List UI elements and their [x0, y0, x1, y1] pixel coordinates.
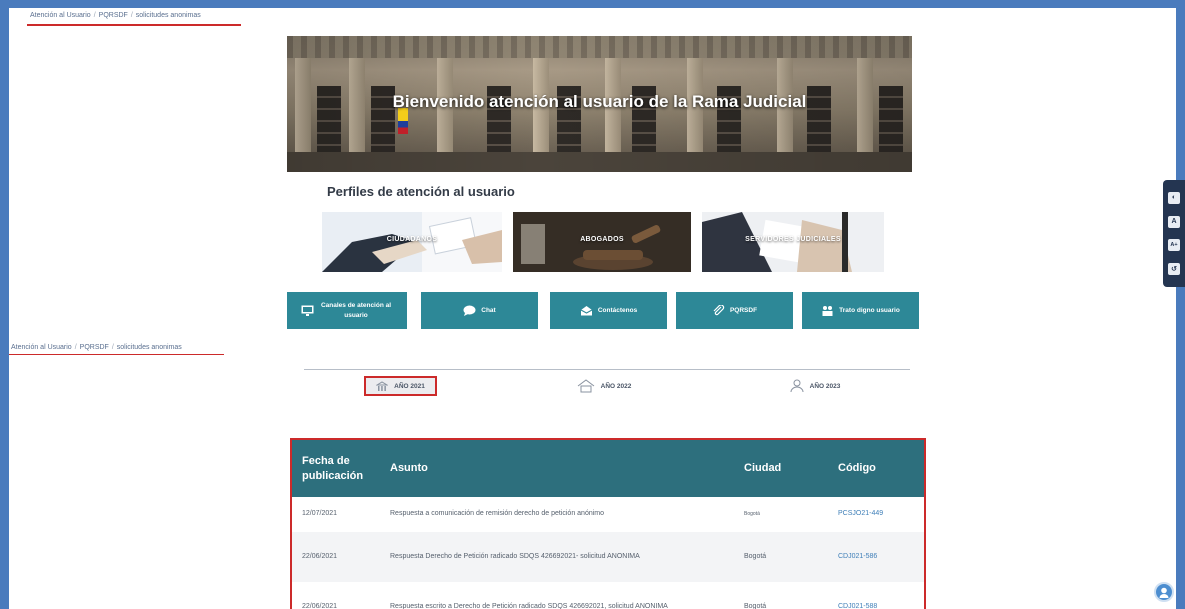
cell-asunto: Respuesta escrito a Derecho de Petición …: [390, 602, 668, 609]
cell-asunto: Respuesta a comunicación de remisión der…: [390, 510, 605, 518]
breadcrumb-top: Atención al Usuario / PQRSDF / solicitudes a…: [30, 12, 201, 19]
tab-year-2023[interactable]: AÑO 2023: [775, 376, 855, 396]
profile-card-ciudadanos[interactable]: CIUDADANOS: [322, 212, 502, 272]
cell-fecha: 22/06/2021: [302, 602, 338, 609]
column-header-fecha: Fecha de publicación: [292, 440, 380, 497]
people-icon: [822, 306, 833, 316]
pqrsdf-label: PQRSDF: [729, 306, 758, 314]
cell-codigo-link[interactable]: CDJ021-586: [828, 532, 924, 582]
canales-atencion-label: Canales de atención al usuario: [320, 302, 392, 319]
accessibility-toolbar: ◐ A A+ ↺: [1163, 180, 1185, 287]
cell-fecha: 12/07/2021: [302, 510, 338, 518]
breadcrumb-highlight-underline: [9, 354, 224, 355]
cell-codigo-link[interactable]: CDJ021-588: [828, 582, 924, 609]
tab-year-2023-label: AÑO 2023: [809, 382, 841, 390]
breadcrumb-item-pqrsdf[interactable]: PQRSDF: [80, 344, 109, 351]
table-header-row: Fecha de publicación Asunto Ciudad Códig…: [292, 440, 924, 497]
breadcrumb-item-home[interactable]: Atención al Usuario: [30, 12, 91, 19]
profiles-section-title: Perfiles de atención al usuario: [327, 184, 515, 199]
chat-button[interactable]: Chat: [421, 292, 538, 329]
building-icon: [376, 380, 389, 391]
chat-icon: [463, 305, 476, 316]
trato-digno-label: Trato digno usuario: [839, 306, 900, 314]
breadcrumb-separator: /: [74, 344, 77, 351]
contactenos-label: Contáctenos: [597, 306, 638, 314]
hero-title: Bienvenido atención al usuario de la Ram…: [392, 92, 807, 111]
solicitudes-table: Fecha de publicación Asunto Ciudad Códig…: [292, 440, 924, 609]
chat-label: Chat: [481, 306, 496, 314]
table-row: 22/06/2021 Respuesta Derecho de Petición…: [292, 532, 924, 582]
tab-year-2022-label: AÑO 2022: [600, 382, 632, 390]
profile-label-ciudadanos: CIUDADANOS: [386, 236, 438, 243]
breadcrumb-secondary: Atención al Usuario / PQRSDF / solicitudes a…: [11, 344, 182, 351]
breadcrumb-item-home[interactable]: Atención al Usuario: [11, 344, 72, 351]
profile-card-servidores-judiciales[interactable]: SERVIDORES JUDICIALES: [702, 212, 884, 272]
breadcrumb-separator: /: [130, 12, 133, 19]
profile-label-abogados: ABOGADOS: [580, 236, 624, 243]
table-row: 12/07/2021 Respuesta a comunicación de r…: [292, 497, 924, 532]
top-frame-strip: [0, 0, 1185, 8]
cell-ciudad: Bogotá: [744, 510, 760, 517]
cell-codigo-link[interactable]: PCSJO21-449: [828, 497, 924, 532]
column-header-asunto: Asunto: [380, 440, 734, 497]
cell-fecha: 22/06/2021: [292, 532, 380, 582]
cell-asunto: Respuesta Derecho de Petición radicado S…: [380, 532, 734, 582]
canales-atencion-button[interactable]: Canales de atención al usuario: [287, 292, 407, 329]
table-row: 22/06/2021 Respuesta escrito a Derecho d…: [292, 582, 924, 609]
contactenos-button[interactable]: Contáctenos: [550, 292, 667, 329]
breadcrumb-item-current[interactable]: solicitudes anonimas: [136, 12, 201, 19]
attachment-icon: [713, 305, 725, 316]
column-header-ciudad: Ciudad: [734, 440, 828, 497]
font-increase-icon[interactable]: A+: [1168, 239, 1180, 252]
breadcrumb-item-current[interactable]: solicitudes anonimas: [117, 344, 182, 351]
tab-year-2021-label: AÑO 2021: [394, 382, 425, 390]
monitor-icon: [301, 305, 313, 316]
house-icon: [577, 379, 594, 393]
font-decrease-icon[interactable]: A: [1168, 215, 1180, 228]
person-icon: [790, 379, 804, 393]
page-content: Atención al Usuario / PQRSDF / solicitudes a…: [9, 8, 1176, 609]
profile-card-abogados[interactable]: ABOGADOS: [513, 212, 691, 272]
year-tabs-divider: [304, 369, 910, 370]
tab-year-2022[interactable]: AÑO 2022: [564, 376, 644, 396]
cell-ciudad: Bogotá: [734, 532, 828, 582]
pqrsdf-button[interactable]: PQRSDF: [676, 292, 793, 329]
tab-year-2021[interactable]: AÑO 2021: [364, 376, 437, 396]
breadcrumb-separator: /: [111, 344, 114, 351]
hero-banner: Bienvenido atención al usuario de la Ram…: [287, 36, 912, 172]
column-header-codigo: Código: [828, 440, 924, 497]
contrast-icon[interactable]: ◐: [1168, 191, 1180, 204]
breadcrumb-highlight-underline: [27, 24, 241, 26]
contact-icon: [580, 306, 593, 316]
cell-ciudad: Bogotá: [744, 602, 767, 609]
assistant-avatar-icon: [1159, 587, 1169, 598]
help-assistant-button[interactable]: [1154, 582, 1174, 602]
breadcrumb-separator: /: [93, 12, 96, 19]
reset-icon[interactable]: ↺: [1168, 263, 1180, 276]
solicitudes-table-container: Fecha de publicación Asunto Ciudad Códig…: [290, 438, 926, 609]
trato-digno-button[interactable]: Trato digno usuario: [802, 292, 919, 329]
profile-label-servidores-judiciales: SERVIDORES JUDICIALES: [745, 236, 841, 243]
breadcrumb-item-pqrsdf[interactable]: PQRSDF: [99, 12, 128, 19]
